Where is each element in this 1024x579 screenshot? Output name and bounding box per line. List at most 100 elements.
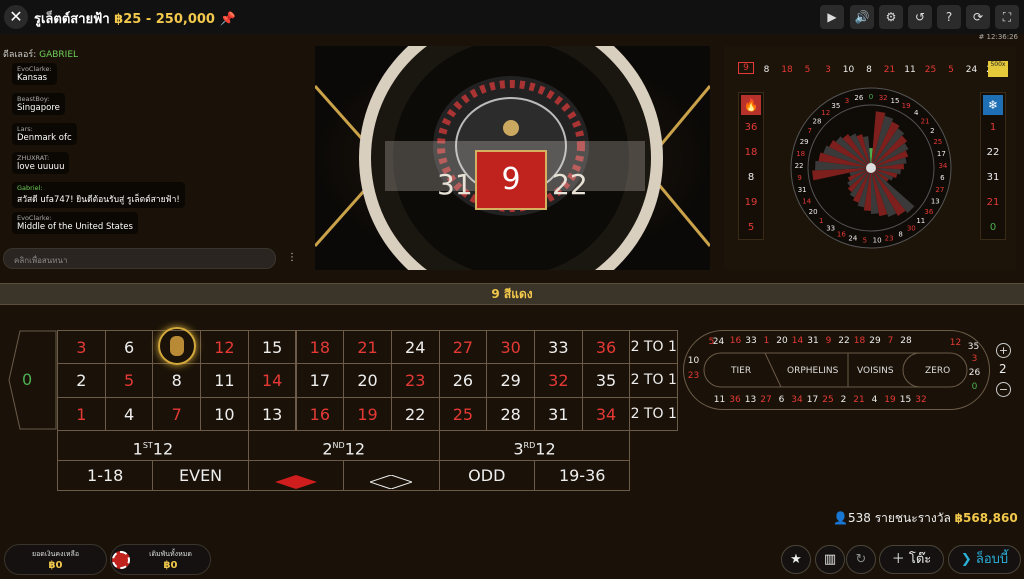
racetrack-number[interactable]: 33 xyxy=(744,336,759,346)
racetrack-number[interactable]: 9 xyxy=(821,336,836,346)
racetrack-number[interactable]: 23 xyxy=(686,371,701,381)
table-button[interactable]: ＋ โต๊ะ xyxy=(879,545,944,574)
number-cell-30[interactable]: 30 xyxy=(486,330,535,365)
number-cell-22[interactable]: 22 xyxy=(390,396,440,432)
statistics-button[interactable]: ▥ xyxy=(815,545,845,574)
number-cell-33[interactable]: 33 xyxy=(534,330,583,365)
racetrack-number[interactable]: 26 xyxy=(967,368,982,378)
racetrack-number[interactable]: 34 xyxy=(790,395,805,405)
number-cell-10[interactable]: 10 xyxy=(200,396,249,432)
number-cell-27[interactable]: 27 xyxy=(438,330,488,365)
racetrack-number[interactable]: 12 xyxy=(948,338,963,348)
decrease-neighbors-button[interactable]: − xyxy=(996,382,1011,397)
number-cell-35[interactable]: 35 xyxy=(581,363,631,398)
number-cell-20[interactable]: 20 xyxy=(343,363,392,398)
number-cell-18[interactable]: 18 xyxy=(295,330,345,365)
even-bet[interactable]: EVEN xyxy=(152,460,249,492)
high-bet[interactable]: 19-36 xyxy=(534,460,631,492)
number-cell-7[interactable]: 7 xyxy=(152,396,202,432)
racetrack-number[interactable]: 31 xyxy=(806,336,821,346)
number-cell-11[interactable]: 11 xyxy=(200,363,249,398)
number-cell-25[interactable]: 25 xyxy=(438,396,488,432)
racetrack-number[interactable]: 11 xyxy=(712,395,727,405)
racetrack-number[interactable]: 15 xyxy=(898,395,913,405)
number-cell-17[interactable]: 17 xyxy=(295,363,345,398)
number-cell-19[interactable]: 19 xyxy=(343,396,392,432)
racetrack-number[interactable]: 28 xyxy=(899,336,914,346)
video-icon[interactable]: ▶ xyxy=(820,5,844,29)
racetrack-number[interactable]: 3 xyxy=(967,354,982,364)
number-cell-36[interactable]: 36 xyxy=(581,330,631,365)
number-cell-21[interactable]: 21 xyxy=(343,330,392,365)
racetrack-number[interactable]: 0 xyxy=(967,382,982,392)
racetrack-number[interactable]: 22 xyxy=(837,336,852,346)
number-cell-29[interactable]: 29 xyxy=(486,363,535,398)
racetrack-number[interactable]: 32 xyxy=(914,395,929,405)
refresh-icon[interactable]: ⟳ xyxy=(966,5,990,29)
close-button[interactable]: ✕ xyxy=(4,5,28,29)
number-cell-5[interactable]: 5 xyxy=(104,363,154,398)
column-bet-1[interactable]: 2 TO 1 xyxy=(629,396,679,432)
racetrack-number[interactable]: 35 xyxy=(966,342,981,352)
red-bet[interactable] xyxy=(247,460,345,492)
dozen-bet-2[interactable]: 2ND12 xyxy=(247,430,440,462)
gear-icon[interactable]: ⚙ xyxy=(879,5,903,29)
number-cell-1[interactable]: 1 xyxy=(57,396,106,432)
number-cell-15[interactable]: 15 xyxy=(247,330,297,365)
racetrack-number[interactable]: 17 xyxy=(805,395,820,405)
number-cell-2[interactable]: 2 xyxy=(57,363,106,398)
lobby-button[interactable]: ❯ ล็อบบี้ xyxy=(948,545,1021,574)
racetrack-number[interactable]: 7 xyxy=(883,336,898,346)
repeat-button[interactable]: ↻ xyxy=(846,545,876,574)
dozen-bet-3[interactable]: 3RD12 xyxy=(438,430,631,462)
sound-icon[interactable]: 🔊 xyxy=(850,5,874,29)
racetrack-number[interactable]: 18 xyxy=(852,336,867,346)
racetrack-number[interactable]: 2 xyxy=(836,395,851,405)
racetrack-number[interactable]: 13 xyxy=(743,395,758,405)
favorites-button[interactable]: ★ xyxy=(781,545,811,574)
odd-bet[interactable]: ODD xyxy=(438,460,535,492)
racetrack-number[interactable]: 25 xyxy=(821,395,836,405)
racetrack-number[interactable]: 36 xyxy=(728,395,743,405)
racetrack-number[interactable]: 4 xyxy=(867,395,882,405)
number-cell-3[interactable]: 3 xyxy=(57,330,106,365)
racetrack-number[interactable]: 27 xyxy=(759,395,774,405)
pin-icon[interactable]: 📌 xyxy=(220,12,236,27)
racetrack-number[interactable]: 6 xyxy=(774,395,789,405)
racetrack-number[interactable]: 16 xyxy=(728,336,743,346)
number-cell-4[interactable]: 4 xyxy=(104,396,154,432)
chat-input[interactable]: คลิกเพื่อสนทนา xyxy=(3,248,276,269)
fullscreen-icon[interactable]: ⛶ xyxy=(995,5,1019,29)
number-cell-32[interactable]: 32 xyxy=(534,363,583,398)
number-cell-24[interactable]: 24 xyxy=(390,330,440,365)
racetrack-number[interactable]: 24 xyxy=(711,337,726,347)
racetrack-number[interactable]: 1 xyxy=(759,336,774,346)
number-cell-28[interactable]: 28 xyxy=(486,396,535,432)
number-cell-16[interactable]: 16 xyxy=(295,396,345,432)
column-bet-2[interactable]: 2 TO 1 xyxy=(629,363,679,398)
history-icon[interactable]: ↺ xyxy=(908,5,932,29)
number-cell-13[interactable]: 13 xyxy=(247,396,297,432)
number-cell-26[interactable]: 26 xyxy=(438,363,488,398)
racetrack-number[interactable]: 19 xyxy=(883,395,898,405)
more-icon[interactable]: ⋮ xyxy=(287,252,297,263)
number-cell-12[interactable]: 12 xyxy=(200,330,249,365)
number-cell-23[interactable]: 23 xyxy=(390,363,440,398)
number-cell-6[interactable]: 6 xyxy=(104,330,154,365)
number-cell-34[interactable]: 34 xyxy=(581,396,631,432)
dozen-bet-1[interactable]: 1ST12 xyxy=(57,430,249,462)
column-bet-3[interactable]: 2 TO 1 xyxy=(629,330,679,365)
increase-neighbors-button[interactable]: + xyxy=(996,343,1011,358)
number-cell-31[interactable]: 31 xyxy=(534,396,583,432)
racetrack-number[interactable]: 14 xyxy=(790,336,805,346)
low-bet[interactable]: 1-18 xyxy=(57,460,154,492)
black-bet[interactable] xyxy=(343,460,440,492)
number-cell-8[interactable]: 8 xyxy=(152,363,202,398)
racetrack-number[interactable]: 29 xyxy=(868,336,883,346)
racetrack-number[interactable]: 10 xyxy=(686,356,701,366)
help-icon[interactable]: ? xyxy=(937,5,961,29)
racetrack-number[interactable]: 20 xyxy=(775,336,790,346)
racetrack-number[interactable]: 21 xyxy=(852,395,867,405)
zero-cell[interactable]: 0 xyxy=(22,370,32,389)
number-cell-14[interactable]: 14 xyxy=(247,363,297,398)
